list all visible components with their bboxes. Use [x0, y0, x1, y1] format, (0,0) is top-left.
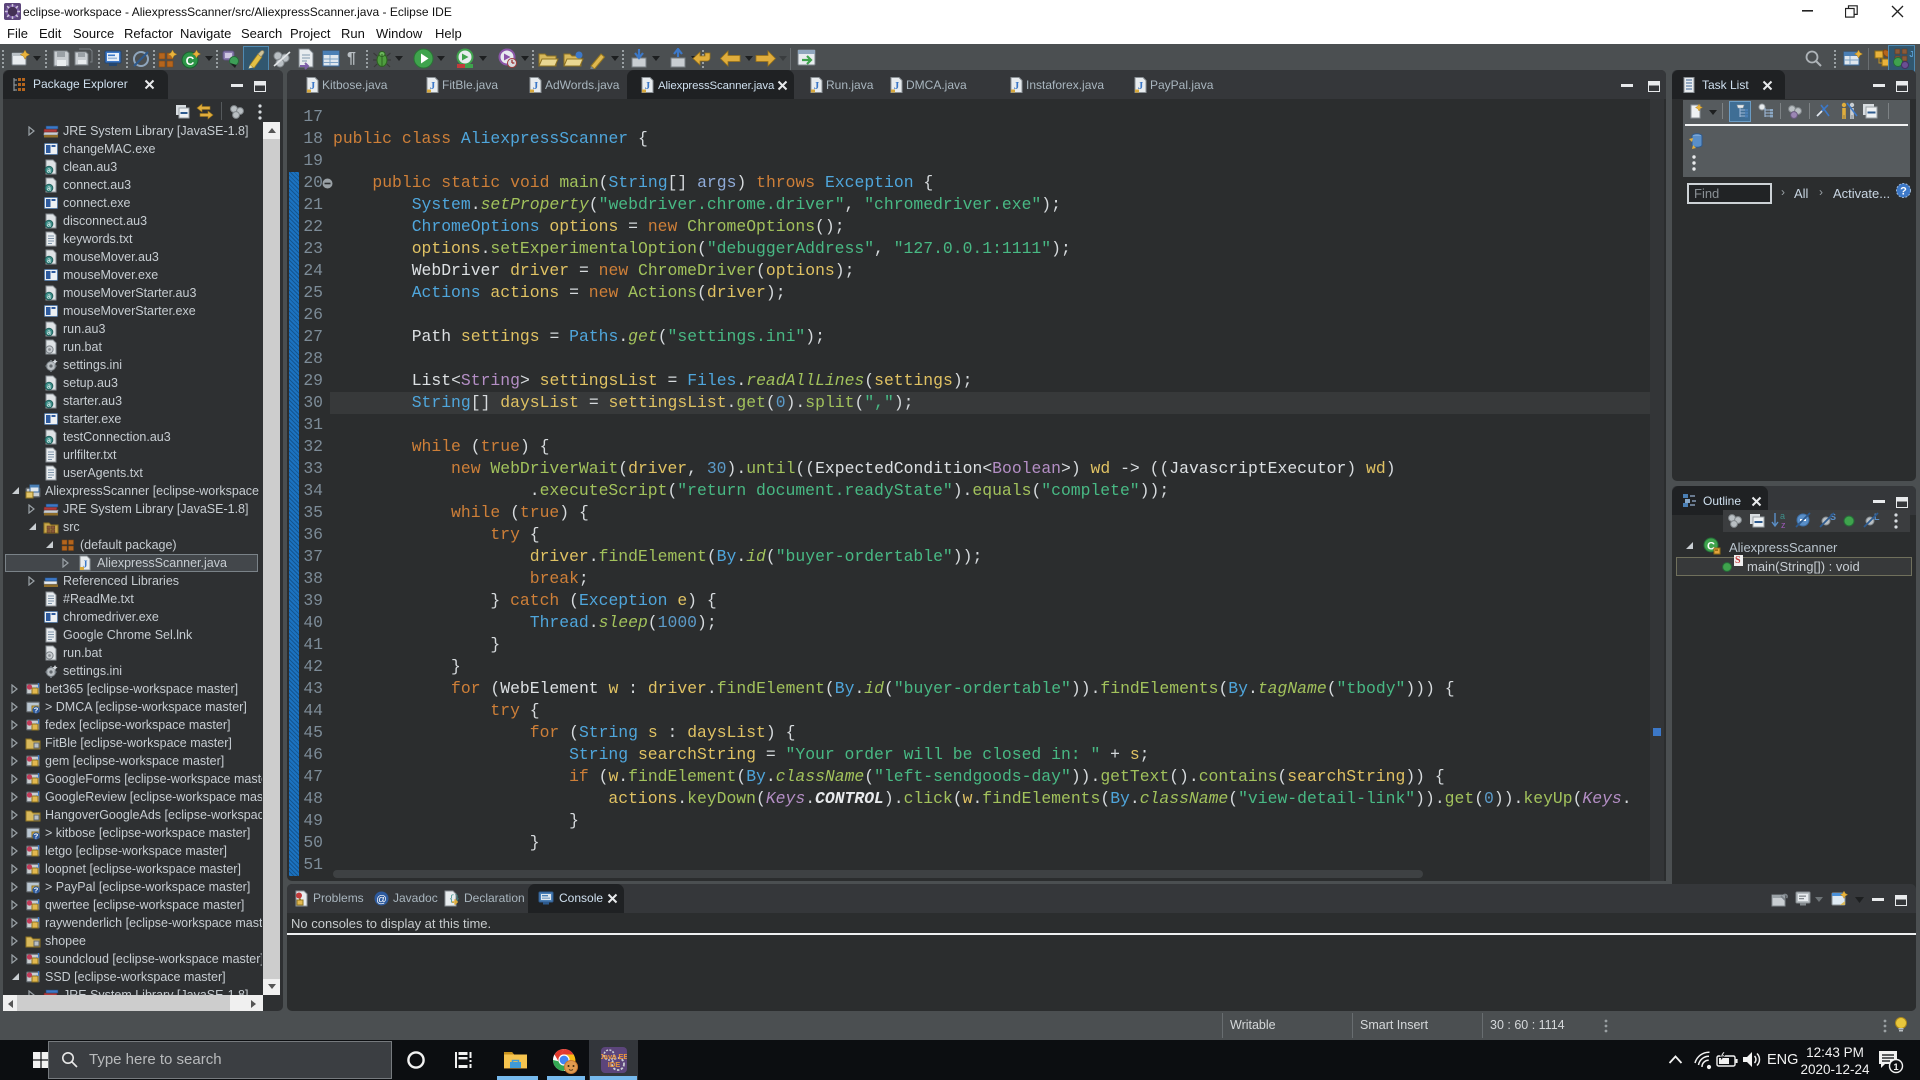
svg-text:a: a [47, 330, 51, 337]
svg-text:J: J [36, 844, 40, 852]
svg-text:J: J [36, 862, 40, 870]
svg-text:J: J [36, 790, 40, 798]
svg-text:J: J [1909, 50, 1913, 60]
svg-text:J: J [36, 772, 40, 780]
svg-text:C: C [186, 54, 195, 68]
svg-text:?: ? [34, 832, 39, 841]
svg-text:a: a [47, 402, 51, 409]
svg-text:a: a [47, 222, 51, 229]
svg-text:?: ? [34, 706, 39, 715]
svg-text:z: z [1781, 520, 1786, 530]
svg-text:?: ? [34, 886, 39, 895]
svg-text:a: a [47, 186, 51, 193]
svg-text:a: a [47, 168, 51, 175]
svg-text:a: a [47, 384, 51, 391]
svg-text:a: a [47, 438, 51, 445]
svg-text:J: J [36, 718, 40, 726]
svg-text:J: J [36, 682, 40, 690]
svg-text:1: 1 [1893, 1062, 1899, 1073]
svg-text:J: J [36, 970, 40, 978]
svg-text:J: J [36, 952, 40, 960]
svg-text:?: ? [1900, 186, 1907, 198]
svg-text:J: J [36, 916, 40, 924]
svg-text:a: a [47, 258, 51, 265]
svg-text:a: a [47, 294, 51, 301]
svg-text:J: J [36, 754, 40, 762]
svg-text:IDE: IDE [608, 1060, 621, 1069]
svg-text:@: @ [376, 894, 387, 906]
svg-text:J: J [36, 898, 40, 906]
